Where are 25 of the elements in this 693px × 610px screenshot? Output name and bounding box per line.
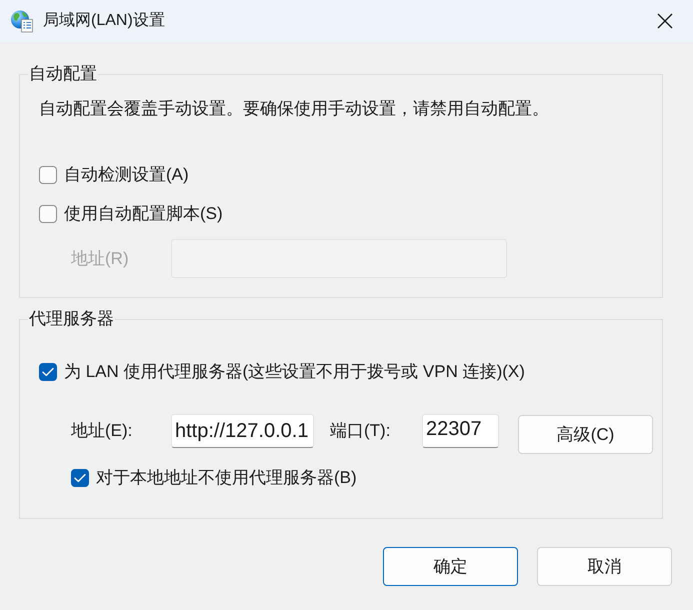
- checkbox-label[interactable]: 为 LAN 使用代理服务器(这些设置不用于拨号或 VPN 连接)(X): [64, 361, 525, 383]
- field-label: 地址(E):: [71, 420, 134, 442]
- check-icon: [42, 367, 54, 377]
- checkbox[interactable]: [39, 166, 57, 184]
- checkbox-label[interactable]: 使用自动配置脚本(S): [64, 203, 223, 225]
- cancel-button[interactable]: 取消: [537, 547, 672, 586]
- port-field[interactable]: 22307: [422, 414, 499, 448]
- window-title: 局域网(LAN)设置: [43, 10, 165, 31]
- close-icon: [657, 13, 673, 29]
- group-title: 代理服务器: [28, 308, 115, 330]
- close-button[interactable]: [657, 13, 673, 29]
- field-label: 地址(R): [71, 248, 130, 270]
- field-label: 端口(T):: [330, 420, 392, 442]
- description-text: 自动配置会覆盖手动设置。要确保使用手动设置，请禁用自动配置。: [39, 98, 550, 120]
- address-field[interactable]: http://127.0.0.1: [171, 414, 314, 448]
- globe-page-icon: [10, 9, 34, 33]
- ok-button[interactable]: 确定: [383, 547, 518, 586]
- checkbox-label[interactable]: 对于本地地址不使用代理服务器(B): [96, 467, 357, 489]
- check-icon: [74, 473, 86, 483]
- checkbox[interactable]: [39, 205, 57, 223]
- checkbox[interactable]: [71, 469, 89, 487]
- advanced-button[interactable]: 高级(C): [518, 415, 653, 454]
- checkbox[interactable]: [39, 363, 57, 381]
- checkbox-label[interactable]: 自动检测设置(A): [64, 164, 189, 186]
- group-title: 自动配置: [28, 63, 98, 85]
